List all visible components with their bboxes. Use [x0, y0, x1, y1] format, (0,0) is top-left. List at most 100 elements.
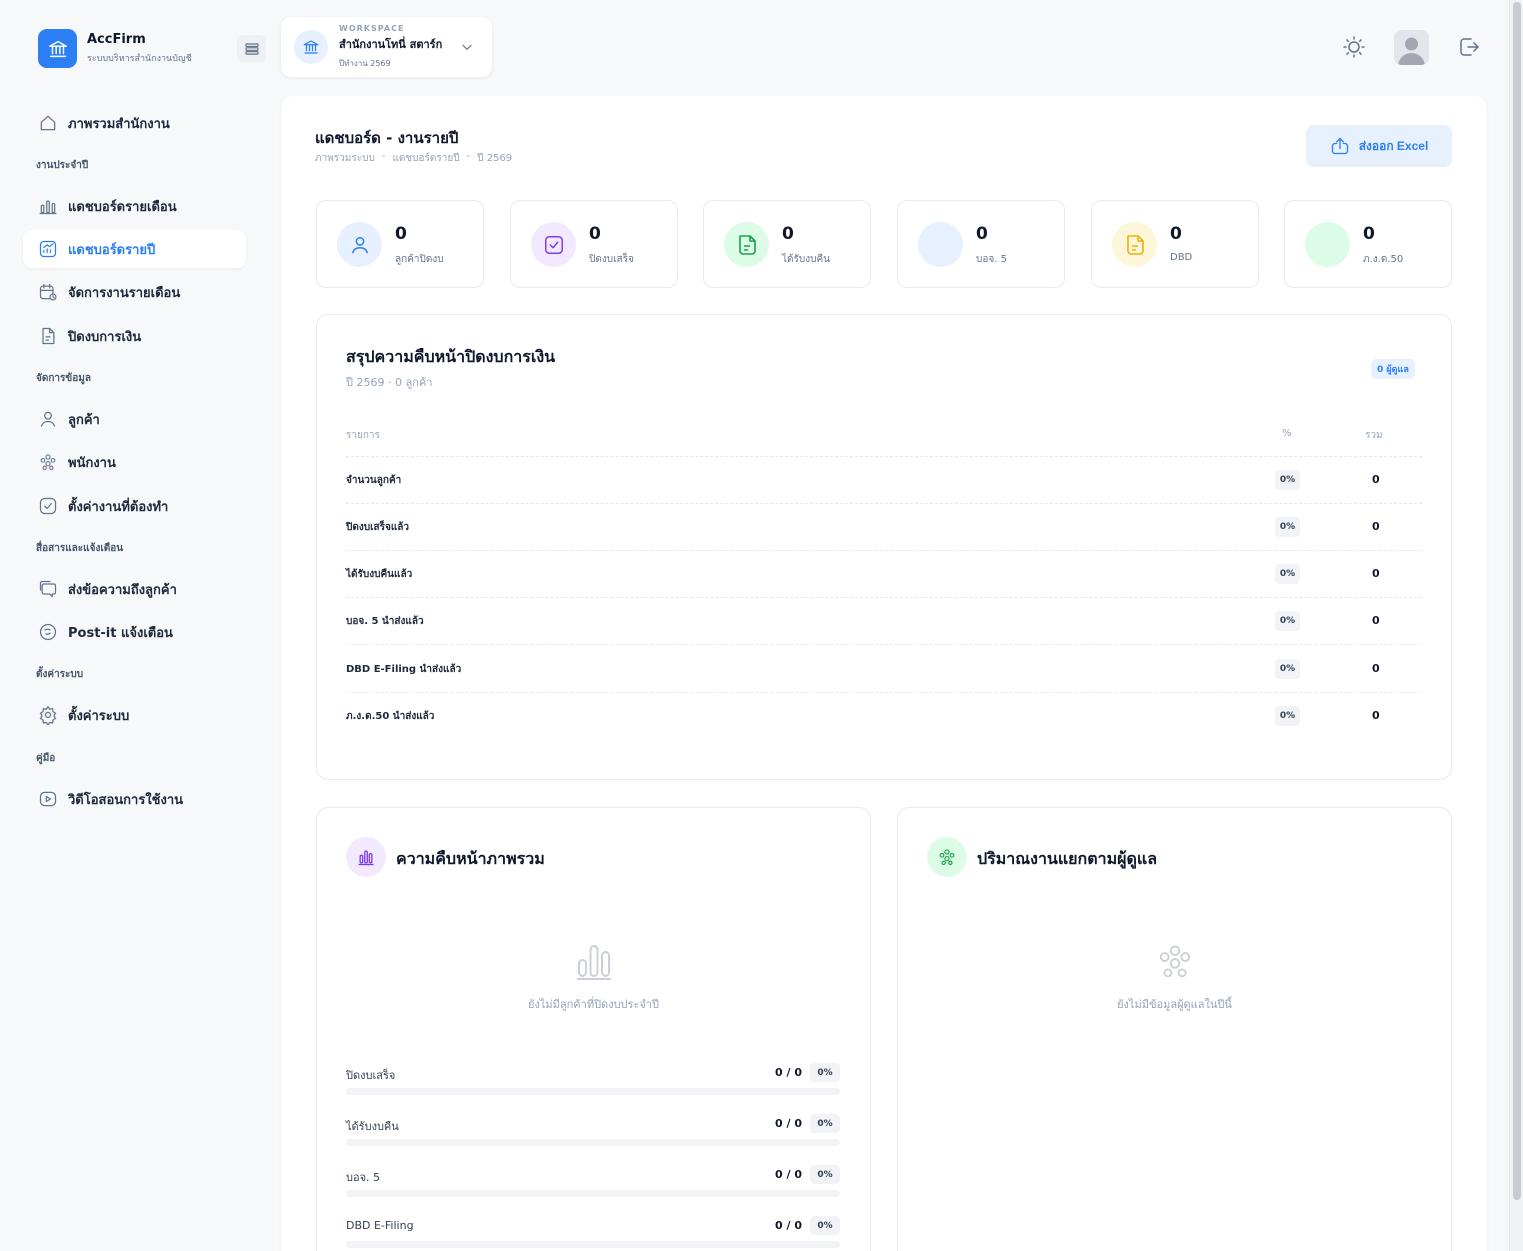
table-row: ปิดงบเสร็จแล้ว 0% 0: [346, 504, 1422, 551]
table-row: บอจ. 5 นำส่งแล้ว 0% 0: [346, 598, 1422, 645]
row-percent: 0%: [1275, 470, 1300, 490]
stat-card-pnd50: 0 ภ.ง.ด.50: [1284, 200, 1452, 288]
workload-title: ปริมาณงานแยกตามผู้ดูแล: [977, 849, 1158, 868]
main-panel: แดชบอร์ด - งานรายปี ภาพรวมระบบ - แดชบอร์…: [281, 96, 1487, 1251]
progress-card: ความคืบหน้าภาพรวม ยังไม่มีลูกค้าที่ปิดงบ…: [316, 807, 871, 1251]
row-total: 0: [1372, 614, 1380, 627]
bank-icon: [38, 29, 77, 68]
table-row: ภ.ง.ด.50 นำส่งแล้ว 0% 0: [346, 693, 1422, 740]
theme-toggle-button[interactable]: [1340, 33, 1368, 61]
nav-section-data: จัดการข้อมูล: [36, 373, 91, 384]
chat-icon: [38, 579, 58, 599]
progress-row: ได้รับงบคืน 0 / 0 0%: [346, 1114, 840, 1147]
nav-label: แดชบอร์ดรายปี: [68, 242, 156, 258]
sticky-note-icon: [38, 622, 58, 642]
progress-percent: 0%: [810, 1114, 840, 1133]
nav-section-communication: สื่อสารและแจ้งเตือน: [36, 543, 124, 554]
breadcrumb-separator: -: [466, 151, 471, 162]
bar-chart-icon: [38, 196, 58, 216]
row-label: ได้รับงบคืนแล้ว: [346, 569, 413, 580]
table-row: ได้รับงบคืนแล้ว 0% 0: [346, 551, 1422, 598]
brand[interactable]: AccFirm ระบบบริหารสำนักงานบัญชี: [38, 29, 192, 68]
logout-icon: [1460, 38, 1479, 56]
export-excel-button[interactable]: ส่งออก Excel: [1306, 125, 1452, 167]
nav-label: ส่งข้อความถึงลูกค้า: [68, 582, 177, 598]
upload-icon: [1331, 137, 1348, 155]
stat-value: 0: [1363, 224, 1375, 244]
workspace-selector[interactable]: WORKSPACE สำนักงานโทนี่ สตาร์ก ปีทำงาน 2…: [281, 17, 492, 77]
nav-label: จัดการงานรายเดือน: [68, 285, 181, 301]
progress-percent: 0%: [810, 1165, 840, 1184]
summary-subtitle: ปี 2569 · 0 ลูกค้า: [346, 376, 433, 389]
logout-button[interactable]: [1455, 33, 1483, 61]
stat-card-returned: 0 ได้รับงบคืน: [703, 200, 871, 288]
stat-value: 0: [782, 224, 794, 244]
progress-count: 0 / 0: [775, 1066, 802, 1079]
summary-card: สรุปความคืบหน้าปิดงบการเงิน ปี 2569 · 0 …: [316, 314, 1452, 780]
table-row: จำนวนลูกค้า 0% 0: [346, 457, 1422, 504]
nav-label: แดชบอร์ดรายเดือน: [68, 199, 177, 215]
nav-monthly-dashboard[interactable]: แดชบอร์ดรายเดือน: [23, 187, 246, 225]
nav-yearly-dashboard[interactable]: แดชบอร์ดรายปี: [23, 230, 246, 268]
avatar[interactable]: [1394, 30, 1429, 65]
user-avatar-icon: [1398, 37, 1425, 65]
nav-system-settings[interactable]: ตั้งค่าระบบ: [23, 696, 246, 734]
export-label: ส่งออก Excel: [1358, 138, 1429, 153]
stat-label: DBD: [1170, 252, 1193, 263]
summary-title: สรุปความคืบหน้าปิดงบการเงิน: [346, 347, 556, 366]
sun-icon: [1343, 36, 1365, 58]
user-icon: [337, 222, 382, 267]
bank-icon: [294, 30, 328, 64]
workload-empty-message: ยังไม่มีข้อมูลผู้ดูแลในปีนี้: [1117, 998, 1232, 1011]
progress-bar: [346, 1241, 840, 1248]
nav-label: Post-it แจ้งเตือน: [68, 625, 173, 641]
row-percent: 0%: [1275, 706, 1300, 726]
nav-postit[interactable]: Post-it แจ้งเตือน: [23, 613, 246, 651]
page-scrollbar[interactable]: [1509, 0, 1523, 1251]
team-icon: [898, 942, 1451, 980]
nav-overview[interactable]: ภาพรวมสำนักงาน: [23, 104, 246, 142]
nav-todo-settings[interactable]: ตั้งค่างานที่ต้องทำ: [23, 487, 246, 525]
row-label: บอจ. 5 นำส่งแล้ว: [346, 616, 424, 627]
column-header: รวม: [1365, 430, 1383, 441]
nav-tutorial[interactable]: วิดีโอสอนการใช้งาน: [23, 780, 246, 818]
progress-bar: [346, 1088, 840, 1095]
nav-closing[interactable]: ปิดงบการเงิน: [23, 317, 246, 355]
row-percent: 0%: [1275, 659, 1300, 679]
menu-toggle-button[interactable]: [237, 35, 266, 62]
breadcrumb: ภาพรวมระบบ - แดชบอร์ดรายปี - ปี 2569: [315, 151, 512, 166]
stat-label: ได้รับงบคืน: [782, 254, 830, 265]
chevron-down-icon: [462, 44, 472, 50]
stat-value: 0: [589, 224, 601, 244]
brand-subtitle: ระบบบริหารสำนักงานบัญชี: [87, 54, 192, 64]
breadcrumb-item[interactable]: ภาพรวมระบบ: [315, 151, 375, 166]
workspace-label: WORKSPACE: [339, 24, 405, 33]
progress-title: ความคืบหน้าภาพรวม: [396, 849, 545, 868]
checkbox-icon: [531, 222, 576, 267]
stat-label: ลูกค้าปิดงบ: [395, 254, 444, 265]
brand-name: AccFirm: [87, 32, 146, 47]
nav-monthly-tasks[interactable]: จัดการงานรายเดือน: [23, 273, 246, 311]
scroll-thumb[interactable]: [1513, 2, 1521, 1200]
nav-employees[interactable]: พนักงาน: [23, 443, 246, 481]
nav-send-message[interactable]: ส่งข้อความถึงลูกค้า: [23, 570, 246, 608]
progress-label: DBD E-Filing: [346, 1219, 414, 1232]
video-icon: [38, 789, 58, 809]
nav-customers[interactable]: ลูกค้า: [23, 400, 246, 438]
supervisor-badge: 0 ผู้ดูแล: [1371, 359, 1415, 379]
breadcrumb-item[interactable]: แดชบอร์ดรายปี: [392, 151, 459, 166]
progress-bar: [346, 1139, 840, 1146]
nav-section-yearly: งานประจำปี: [36, 160, 89, 171]
calendar-icon: [38, 282, 58, 302]
row-label: ภ.ง.ด.50 นำส่งแล้ว: [346, 711, 435, 722]
stat-card-boj5: 0 บอจ. 5: [897, 200, 1065, 288]
stat-value: 0: [1170, 224, 1182, 244]
bar-chart-icon: [317, 942, 870, 980]
document-icon: [724, 222, 769, 267]
table-row: DBD E-Filing นำส่งแล้ว 0% 0: [346, 646, 1422, 693]
home-icon: [38, 113, 58, 133]
document-icon: [38, 326, 58, 346]
column-header: %: [1282, 428, 1292, 439]
nav-section-manual: คู่มือ: [36, 753, 56, 764]
row-total: 0: [1372, 567, 1380, 580]
